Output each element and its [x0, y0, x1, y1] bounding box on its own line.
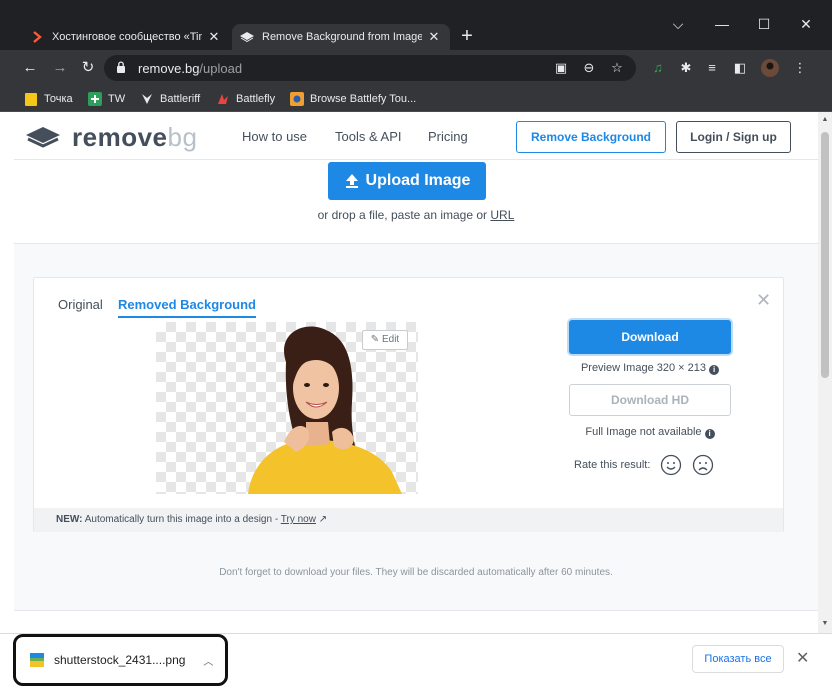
external-link-icon[interactable]: ↗: [319, 514, 327, 525]
page-scrollbar[interactable]: ▲ ▼: [818, 112, 832, 633]
image-file-icon: [30, 653, 44, 667]
info-icon[interactable]: i: [709, 365, 720, 375]
minimize-icon[interactable]: —: [702, 12, 742, 36]
scrollbar-thumb[interactable]: [821, 132, 829, 378]
page-viewport: removebg How to use Tools & API Pricing …: [0, 112, 818, 633]
rate-result: Rate this result:: [574, 454, 714, 476]
removebg-logo[interactable]: removebg: [24, 122, 197, 153]
translate-icon[interactable]: ▣: [552, 60, 570, 76]
tab-timeweb[interactable]: Хостинговое сообщество «Timeweb» ✕: [22, 24, 230, 50]
result-card: Original Removed Background ✕ ✎ Edit Dow…: [33, 277, 784, 532]
upload-area: Upload Image or drop a file, paste an im…: [14, 160, 818, 244]
smiley-face-icon[interactable]: [660, 454, 682, 476]
close-icon[interactable]: ✕: [756, 290, 771, 311]
download-hd-button[interactable]: Download HD: [569, 384, 731, 416]
login-signup-button[interactable]: Login / Sign up: [676, 121, 791, 153]
scroll-up-arrow-icon[interactable]: ▲: [821, 116, 829, 124]
bookmark-tw[interactable]: TW: [88, 91, 125, 107]
tab-strip: Хостинговое сообщество «Timeweb» ✕ Remov…: [0, 0, 832, 50]
extensions-puzzle-icon[interactable]: ✱: [676, 59, 696, 77]
edit-button[interactable]: ✎ Edit: [362, 330, 408, 350]
close-window-icon[interactable]: ✕: [786, 12, 826, 36]
battlefy-icon: [290, 92, 304, 106]
tab-title: Remove Background from Image: [262, 31, 422, 43]
page-footer-strip: [14, 610, 818, 633]
battlefly-icon: [216, 92, 230, 106]
yellow-square-icon: [24, 92, 38, 106]
nav-tools-api[interactable]: Tools & API: [335, 129, 401, 144]
bookmarks-bar: Точка TW Battleriff Battlefly Browse Bat…: [0, 86, 832, 112]
menu-kebab-icon[interactable]: ⋮: [790, 59, 810, 77]
logo-text: removebg: [72, 122, 198, 152]
sad-face-icon[interactable]: [692, 454, 714, 476]
chevron-up-icon[interactable]: ︿: [203, 653, 213, 668]
lock-icon: [116, 61, 126, 77]
site-header: removebg How to use Tools & API Pricing …: [14, 112, 818, 160]
bookmark-battlefly[interactable]: Battlefly: [216, 91, 275, 107]
show-all-button[interactable]: Показать все: [692, 645, 784, 673]
reload-icon[interactable]: ↻: [78, 58, 98, 78]
url-link[interactable]: URL: [490, 208, 514, 222]
removebg-favicon-icon: [240, 30, 254, 44]
bookmark-battleriff[interactable]: Battleriff: [140, 91, 200, 107]
scroll-down-arrow-icon[interactable]: ▼: [821, 620, 829, 628]
download-item[interactable]: shutterstock_2431....png ︿: [13, 634, 228, 686]
zoom-icon[interactable]: ⊖: [580, 60, 598, 76]
nav-pricing[interactable]: Pricing: [428, 129, 468, 144]
remove-background-button[interactable]: Remove Background: [516, 121, 666, 153]
new-tab-button[interactable]: +: [456, 26, 478, 48]
close-shelf-icon[interactable]: ✕: [796, 648, 809, 668]
tab-title: Хостинговое сообщество «Timeweb»: [52, 31, 202, 43]
full-image-info: Full Image not available i: [569, 426, 731, 439]
preview-image-info: Preview Image 320 × 213 i: [569, 362, 731, 375]
side-panel-icon[interactable]: ◧: [730, 59, 750, 77]
back-arrow-icon[interactable]: ←: [20, 58, 40, 78]
info-icon[interactable]: i: [704, 429, 715, 439]
drop-hint: or drop a file, paste an image or URL: [317, 208, 515, 222]
tab-close-icon[interactable]: ✕: [426, 29, 442, 45]
battleriff-icon: [140, 92, 154, 106]
profile-avatar[interactable]: [760, 59, 780, 77]
download-button[interactable]: Download: [569, 320, 731, 354]
bookmark-tochka[interactable]: Точка: [24, 91, 73, 107]
download-filename: shutterstock_2431....png: [54, 653, 186, 667]
new-feature-banner: NEW: Automatically turn this image into …: [34, 508, 783, 532]
result-preview-image: ✎ Edit: [156, 322, 418, 494]
tab-search-icon[interactable]: ⌵: [658, 12, 698, 36]
download-shelf: shutterstock_2431....png ︿ Показать все …: [0, 633, 832, 697]
upload-arrow-icon: [345, 174, 358, 188]
url-text: remove.bg/upload: [138, 61, 243, 76]
bookmark-battlefy[interactable]: Browse Battlefy Tou...: [290, 91, 416, 107]
reading-list-icon[interactable]: ≡: [702, 59, 722, 77]
timeweb-favicon-icon: [30, 30, 44, 44]
try-now-link[interactable]: Try now: [281, 514, 316, 525]
tab-removebg[interactable]: Remove Background from Image ✕: [232, 24, 450, 50]
music-extension-icon[interactable]: ♫: [648, 59, 668, 77]
forward-arrow-icon[interactable]: →: [50, 58, 70, 78]
upload-image-button[interactable]: Upload Image: [328, 162, 486, 200]
bookmark-star-icon[interactable]: ☆: [608, 60, 626, 76]
layers-logo-icon: [26, 126, 60, 148]
nav-how-to-use[interactable]: How to use: [242, 129, 307, 144]
green-plus-icon: [88, 92, 102, 106]
tab-removed-background[interactable]: Removed Background: [118, 297, 256, 318]
tab-close-icon[interactable]: ✕: [206, 29, 222, 45]
maximize-icon[interactable]: ☐: [744, 12, 784, 36]
tab-original[interactable]: Original: [58, 297, 103, 312]
address-bar[interactable]: remove.bg/upload ▣ ⊖ ☆: [104, 55, 636, 81]
discard-notice: Don't forget to download your files. The…: [219, 567, 613, 578]
